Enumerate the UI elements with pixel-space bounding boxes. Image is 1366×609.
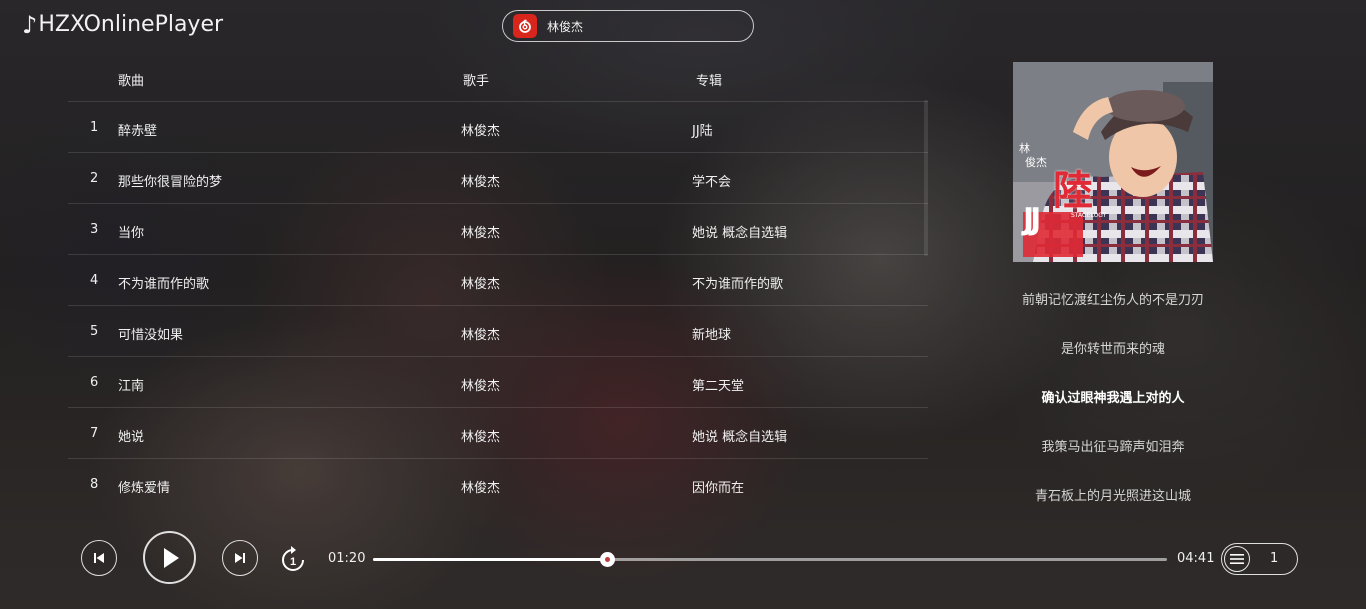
playlist-button[interactable]: 1 [1221, 543, 1298, 575]
column-header-album[interactable]: 专辑 [696, 70, 722, 89]
song-artist: 林俊杰 [461, 226, 501, 241]
song-album: 第二天堂 [692, 379, 745, 394]
search-box[interactable]: 林俊杰 [502, 10, 754, 42]
song-artist: 林俊杰 [461, 379, 501, 394]
row-index: 4 [90, 273, 99, 288]
app-logo[interactable]: ♪ HZXOnlinePlayer [22, 12, 223, 37]
table-row[interactable]: 3 当你 林俊杰 她说 概念自选辑 [68, 204, 928, 255]
song-artist: 林俊杰 [461, 481, 501, 496]
svg-text:1: 1 [290, 556, 296, 568]
table-row[interactable]: 2 那些你很冒险的梦 林俊杰 学不会 [68, 153, 928, 204]
table-row[interactable]: 8 修炼爱情 林俊杰 因你而在 [68, 459, 928, 510]
next-icon [235, 553, 245, 563]
song-artist: 林俊杰 [461, 175, 501, 190]
column-header-artist[interactable]: 歌手 [463, 70, 489, 89]
song-album: 不为谁而作的歌 [692, 277, 784, 292]
row-index: 7 [90, 426, 99, 441]
song-album: 学不会 [692, 175, 732, 190]
netease-music-icon[interactable] [513, 14, 537, 38]
playlist-count: 1 [1270, 551, 1279, 566]
song-title: 当你 [118, 226, 145, 241]
play-button[interactable] [143, 531, 196, 584]
lyric-line: 前朝记忆渡红尘伤人的不是刀刃 [1021, 293, 1204, 308]
table-row[interactable]: 5 可惜没如果 林俊杰 新地球 [68, 306, 928, 357]
row-index: 8 [90, 477, 99, 492]
song-title: 可惜没如果 [118, 328, 184, 343]
song-album: 她说 概念自选辑 [692, 430, 788, 445]
cover-album-mark: 陸 [1053, 168, 1093, 214]
song-album: 她说 概念自选辑 [692, 226, 788, 241]
song-artist: 林俊杰 [461, 277, 501, 292]
row-index: 1 [90, 120, 99, 135]
table-row[interactable]: 4 不为谁而作的歌 林俊杰 不为谁而作的歌 [68, 255, 928, 306]
music-note-icon: ♪ [22, 10, 38, 39]
column-header-title[interactable]: 歌曲 [118, 70, 144, 89]
prev-button[interactable] [81, 540, 117, 576]
album-cover: 林 俊杰 陸 JJ STAGELOGY [1013, 62, 1213, 262]
row-index: 5 [90, 324, 99, 339]
lyric-line: 是你转世而来的魂 [1060, 342, 1165, 357]
song-table: 歌曲 歌手 专辑 1 醉赤壁 林俊杰 JJ陆 2 那些你很冒险的梦 林俊杰 学不会 3 当你 林俊杰… [68, 60, 928, 510]
lyric-line: 我策马出征马蹄声如泪奔 [1041, 440, 1185, 455]
song-artist: 林俊杰 [461, 124, 501, 139]
table-scrollbar[interactable] [924, 100, 928, 256]
repeat-one-button[interactable]: 1 [280, 545, 306, 573]
song-title: 江南 [118, 379, 145, 394]
song-title: 她说 [118, 430, 145, 445]
lyrics-panel: 前朝记忆渡红尘伤人的不是刀刃 是你转世而来的魂确认过眼神我遇上对的人 我策马出征马蹄… [960, 290, 1266, 535]
playlist-icon [1224, 546, 1250, 572]
current-time: 01:20 [328, 551, 366, 566]
app-title: HZXOnlinePlayer [38, 12, 224, 37]
table-header: 歌曲 歌手 专辑 [68, 60, 928, 102]
cover-artist-name-bottom: 俊杰 [1025, 156, 1047, 169]
song-title: 那些你很冒险的梦 [118, 175, 223, 190]
cover-subtitle: STAGELOGY [1071, 212, 1107, 219]
progress-fill [373, 558, 608, 561]
song-artist: 林俊杰 [461, 328, 501, 343]
song-title: 修炼爱情 [118, 481, 171, 496]
duration-time: 04:41 [1177, 551, 1215, 566]
next-button[interactable] [222, 540, 258, 576]
cover-jj-mark: JJ [1023, 202, 1041, 237]
lyric-line: 青石板上的月光照进这山城 [1034, 489, 1191, 504]
play-icon [163, 547, 179, 568]
repeat-one-icon: 1 [282, 546, 304, 571]
search-input[interactable]: 林俊杰 [547, 18, 583, 35]
table-row[interactable]: 6 江南 林俊杰 第二天堂 [68, 357, 928, 408]
table-row[interactable]: 1 醉赤壁 林俊杰 JJ陆 [68, 102, 928, 153]
song-album: 因你而在 [692, 481, 745, 496]
row-index: 2 [90, 171, 99, 186]
progress-bar[interactable] [373, 552, 1167, 567]
row-index: 3 [90, 222, 99, 237]
song-title: 不为谁而作的歌 [118, 277, 210, 292]
song-album: 新地球 [692, 328, 732, 343]
table-row[interactable]: 7 她说 林俊杰 她说 概念自选辑 [68, 408, 928, 459]
song-artist: 林俊杰 [461, 430, 501, 445]
lyric-line-active: 确认过眼神我遇上对的人 [1041, 391, 1185, 406]
row-index: 6 [90, 375, 99, 390]
prev-icon [94, 553, 104, 563]
song-title: 醉赤壁 [118, 124, 158, 139]
song-album: JJ陆 [692, 124, 713, 139]
